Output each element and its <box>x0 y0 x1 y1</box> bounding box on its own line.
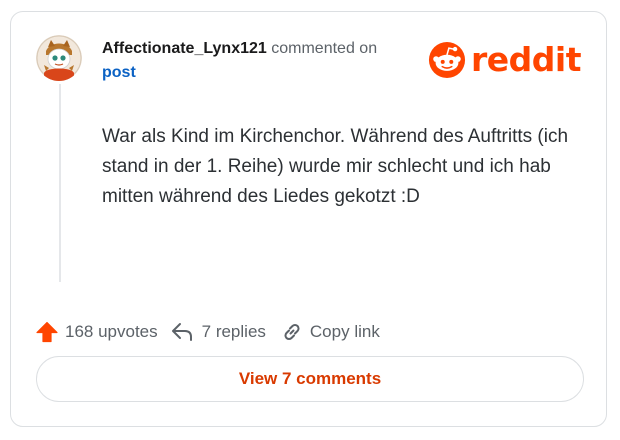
reply-arrow-icon <box>171 323 192 341</box>
view-comments-label: View 7 comments <box>238 369 382 388</box>
reddit-wordmark: reddit <box>471 40 582 79</box>
chain-link-icon <box>284 323 300 341</box>
comment-actions: 168 upvotes 7 replies Copy link <box>36 319 380 345</box>
upvote-arrow-icon[interactable] <box>36 321 58 343</box>
reply-count: 7 replies <box>201 322 266 341</box>
copy-link-button[interactable]: Copy link <box>281 321 380 343</box>
post-link[interactable]: post <box>102 64 136 81</box>
username[interactable]: Affectionate_Lynx121 <box>102 40 267 57</box>
reply-button[interactable]: 7 replies <box>170 321 266 343</box>
upvote-button[interactable]: 168 upvotes <box>36 321 158 343</box>
upvote-count: 168 upvotes <box>65 322 158 341</box>
avatar-image <box>36 35 82 81</box>
comment-header: Affectionate_Lynx121 commented on post <box>102 37 422 85</box>
view-comments-button[interactable]: View 7 comments <box>36 356 584 402</box>
copy-link-label: Copy link <box>309 322 380 341</box>
reddit-snoo-icon <box>428 41 466 79</box>
comment-action-text: commented on <box>271 40 378 57</box>
reddit-logo[interactable]: reddit <box>428 40 582 80</box>
comment-body: War als Kind im Kirchenchor. Während des… <box>102 126 569 207</box>
thread-line <box>59 84 61 282</box>
user-avatar[interactable] <box>36 35 82 81</box>
